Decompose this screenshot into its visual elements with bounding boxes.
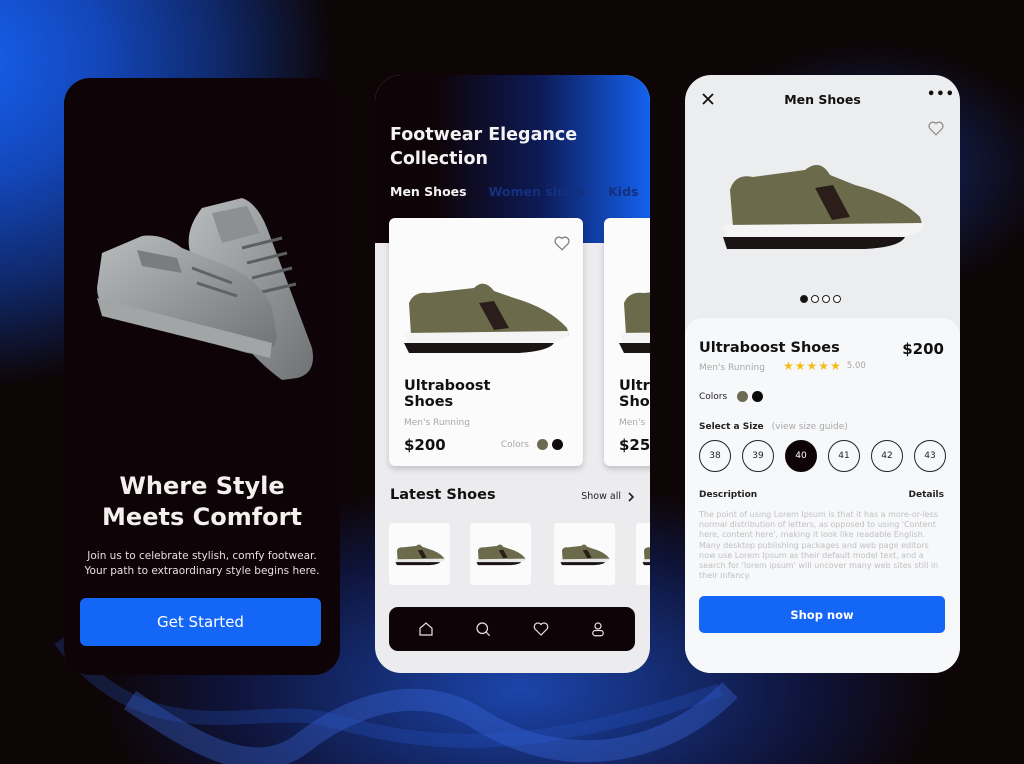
heart-icon[interactable] bbox=[927, 119, 945, 137]
heart-icon bbox=[533, 622, 549, 636]
tab-kids[interactable]: Kids bbox=[608, 184, 638, 199]
product-image bbox=[723, 165, 924, 249]
hero-title: Where Style Meets Comfort bbox=[64, 471, 340, 533]
shoe-image bbox=[560, 544, 610, 566]
color-options: Colors bbox=[501, 439, 563, 450]
chevron-right-icon bbox=[628, 491, 635, 502]
show-all-label: Show all bbox=[581, 491, 621, 502]
size-option-39[interactable]: 39 bbox=[742, 440, 774, 472]
product-price: $25 bbox=[619, 436, 650, 454]
star-icon: ★ bbox=[806, 359, 818, 373]
star-icon: ★ bbox=[830, 359, 841, 373]
hero-subtitle: Join us to celebrate stylish, comfy foot… bbox=[64, 549, 340, 579]
product-name: Ultra Sho bbox=[619, 378, 650, 410]
latest-shoe-thumb[interactable] bbox=[636, 523, 650, 585]
product-name: Ultraboost Shoes bbox=[404, 378, 490, 410]
nav-favorites[interactable] bbox=[530, 618, 552, 640]
latest-shoe-thumb[interactable] bbox=[554, 523, 615, 585]
colors-label: Colors bbox=[500, 439, 529, 450]
size-option-42[interactable]: 42 bbox=[871, 440, 903, 472]
hero-subtitle-line2: Your path to extraordinary style begins … bbox=[84, 565, 320, 577]
nav-profile[interactable] bbox=[587, 618, 609, 640]
category-tabs: Men Shoes Women shoes Kids bbox=[390, 184, 638, 199]
product-price: $200 bbox=[404, 436, 446, 454]
hero-title-line1: Where Style bbox=[119, 472, 285, 500]
home-icon bbox=[419, 622, 433, 636]
nav-search[interactable] bbox=[472, 618, 494, 640]
catalog-title-line1: Footwear Elegance bbox=[390, 125, 578, 145]
product-name-line2: Sho bbox=[619, 394, 650, 410]
carousel-dot[interactable] bbox=[822, 295, 830, 303]
star-icon: ★ bbox=[818, 359, 830, 373]
swatch-olive[interactable] bbox=[737, 391, 749, 402]
color-options: Colors bbox=[699, 391, 764, 402]
carousel-dot[interactable] bbox=[833, 295, 841, 303]
catalog-title: Footwear Elegance Collection bbox=[390, 123, 577, 171]
select-size-label: Select a Size bbox=[699, 422, 764, 432]
product-card[interactable]: Ultra Sho Men's $25 bbox=[604, 218, 650, 466]
description-text: The point of using Lorem Ipsum is that i… bbox=[699, 510, 939, 581]
product-name: Ultraboost Shoes bbox=[699, 340, 840, 356]
latest-shoe-thumb[interactable] bbox=[389, 523, 450, 585]
rating-stars: ★ ★ ★ ★ ★ 5.00 bbox=[783, 360, 866, 372]
heart-icon[interactable] bbox=[553, 234, 571, 252]
latest-shoes-title: Latest Shoes bbox=[390, 487, 496, 503]
star-icon: ★ bbox=[783, 359, 794, 373]
tab-women-shoes[interactable]: Women shoes bbox=[489, 184, 587, 199]
hero-title-line2: Meets Comfort bbox=[102, 503, 302, 531]
size-options: 38 39 40 41 42 43 bbox=[699, 440, 946, 472]
product-price: $200 bbox=[902, 340, 944, 358]
hero-subtitle-line1: Join us to celebrate stylish, comfy foot… bbox=[87, 550, 317, 562]
shoe-image bbox=[642, 547, 650, 566]
swatch-black[interactable] bbox=[752, 391, 764, 402]
size-option-40[interactable]: 40 bbox=[785, 440, 817, 472]
shoe-image bbox=[476, 544, 526, 566]
user-icon bbox=[592, 622, 605, 637]
details-label[interactable]: Details bbox=[909, 490, 944, 500]
size-label: Select a Size (view size guide) bbox=[699, 422, 848, 432]
rating-value: 5.00 bbox=[846, 361, 866, 371]
show-all-link[interactable]: Show all bbox=[581, 491, 635, 502]
carousel-dot[interactable] bbox=[811, 295, 819, 303]
size-option-43[interactable]: 43 bbox=[914, 440, 946, 472]
sneaker-pair-image bbox=[97, 198, 313, 380]
product-detail-screen: Men Shoes ••• Ultraboost Shoes $200 Men'… bbox=[685, 75, 960, 673]
search-icon bbox=[476, 622, 491, 637]
tab-men-shoes[interactable]: Men Shoes bbox=[390, 184, 467, 199]
more-options-button[interactable]: ••• bbox=[927, 88, 954, 106]
shop-now-button[interactable]: Shop now bbox=[699, 596, 945, 633]
shoe-image bbox=[395, 544, 445, 566]
size-option-38[interactable]: 38 bbox=[699, 440, 731, 472]
catalog-title-line2: Collection bbox=[390, 149, 488, 169]
product-name-line1: Ultraboost bbox=[404, 378, 491, 394]
size-option-41[interactable]: 41 bbox=[828, 440, 860, 472]
product-info-sheet: Ultraboost Shoes $200 Men's Running ★ ★ … bbox=[685, 318, 960, 673]
latest-shoe-thumb[interactable] bbox=[470, 523, 531, 585]
description-label[interactable]: Description bbox=[699, 490, 757, 500]
colors-label: Colors bbox=[699, 391, 728, 402]
bottom-nav bbox=[389, 607, 635, 651]
carousel-dots bbox=[800, 295, 841, 303]
product-card[interactable]: Ultraboost Shoes Men's Running $200 Colo… bbox=[389, 218, 583, 466]
product-category: Men's Running bbox=[404, 418, 470, 428]
product-category: Men's Running bbox=[699, 363, 765, 373]
star-icon: ★ bbox=[794, 359, 806, 373]
onboarding-screen: Where Style Meets Comfort Join us to cel… bbox=[64, 78, 340, 675]
nav-home[interactable] bbox=[415, 618, 437, 640]
carousel-dot[interactable] bbox=[800, 295, 808, 303]
detail-header-title: Men Shoes bbox=[784, 92, 861, 107]
size-guide-link[interactable]: (view size guide) bbox=[772, 422, 848, 432]
swatch-black[interactable] bbox=[552, 439, 563, 450]
shoe-image bbox=[619, 292, 650, 353]
catalog-screen: Footwear Elegance Collection Men Shoes W… bbox=[375, 75, 650, 673]
product-category: Men's bbox=[619, 418, 646, 428]
swatch-olive[interactable] bbox=[537, 439, 548, 450]
product-name-line1: Ultra bbox=[619, 378, 650, 394]
get-started-button[interactable]: Get Started bbox=[80, 598, 321, 646]
shoe-image bbox=[404, 283, 570, 353]
product-name-line2: Shoes bbox=[404, 394, 454, 410]
